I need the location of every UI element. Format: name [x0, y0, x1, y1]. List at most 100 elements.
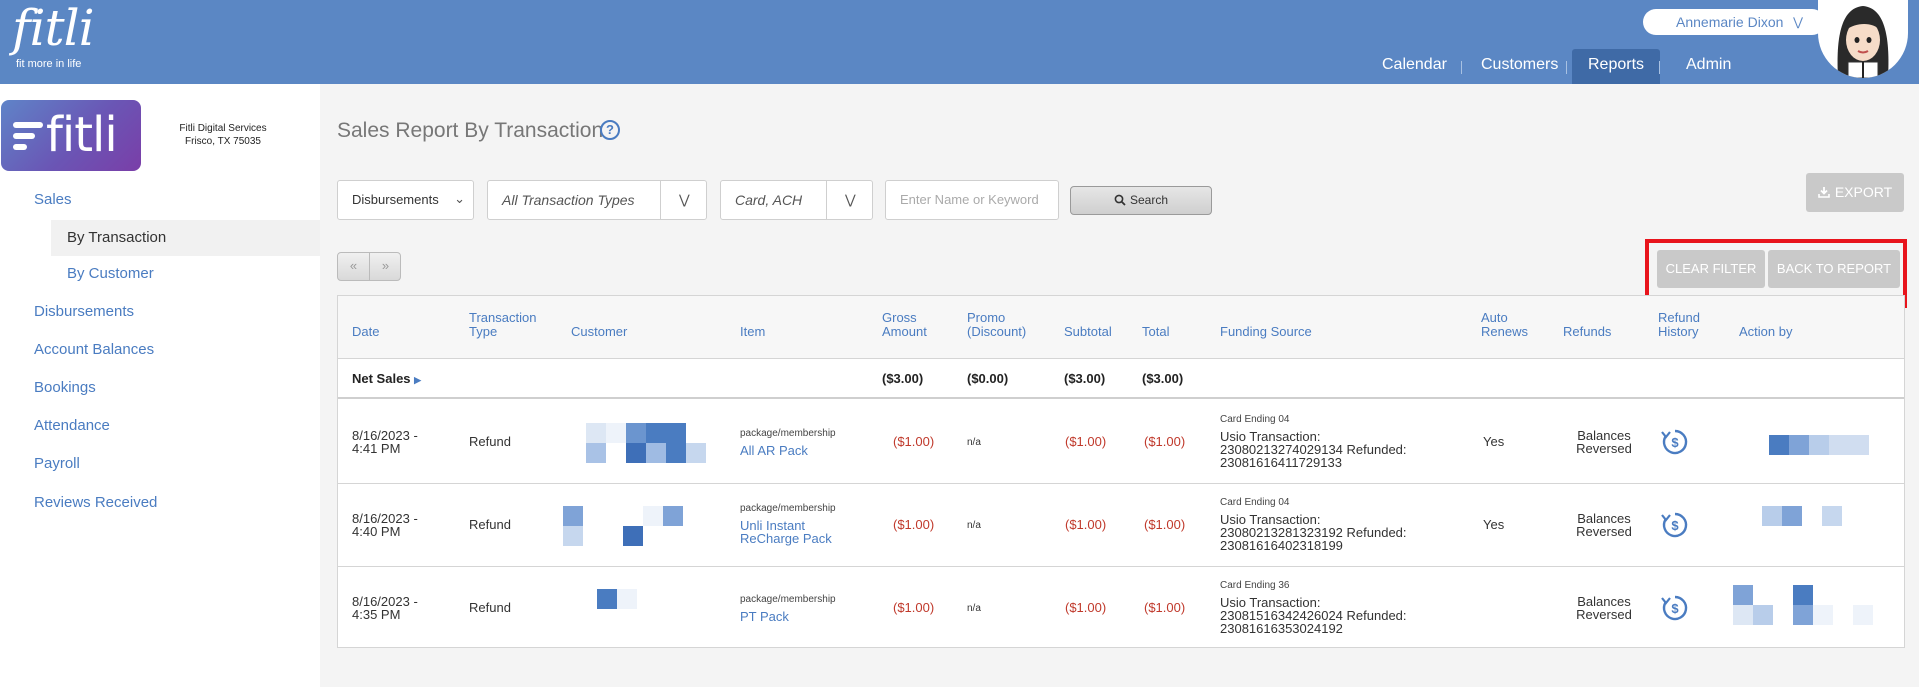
- caret-right-icon: ▶: [414, 375, 422, 385]
- report-select[interactable]: Disbursements ⌄: [337, 180, 474, 220]
- table-row: 8/16/2023 -4:40 PM Refund package/member…: [338, 484, 1904, 567]
- nav-divider: [1461, 61, 1462, 74]
- back-to-report-button[interactable]: BACK TO REPORT: [1768, 250, 1900, 288]
- net-sales-label: Net Sales: [352, 371, 411, 386]
- row-promo: n/a: [967, 603, 981, 614]
- sidebar-item-disbursements[interactable]: Disbursements: [34, 303, 134, 320]
- payment-method-value: Card, ACH: [735, 192, 803, 208]
- row-item: package/membership PT Pack: [740, 593, 836, 623]
- search-input[interactable]: Enter Name or Keyword: [885, 180, 1059, 220]
- column-header-subtotal[interactable]: Subtotal: [1064, 325, 1112, 339]
- column-header-promo[interactable]: Promo (Discount): [967, 311, 1026, 339]
- sidebar-item-account-balances[interactable]: Account Balances: [34, 341, 154, 358]
- net-subtotal: ($3.00): [1064, 371, 1106, 386]
- card-ending: Card Ending 36: [1220, 580, 1290, 591]
- item-category: package/membership: [740, 594, 836, 605]
- download-icon: [1818, 187, 1830, 198]
- row-promo: n/a: [967, 520, 981, 531]
- row-total: ($1.00): [1144, 517, 1186, 532]
- sidebar-item-label: By Transaction: [67, 229, 167, 246]
- pager: « »: [337, 252, 401, 281]
- company-location: Frisco, TX 75035: [185, 136, 261, 147]
- main-content: Sales Report By Transaction ? Disburseme…: [320, 84, 1919, 687]
- row-type: Refund: [469, 600, 511, 615]
- item-category: package/membership: [740, 428, 836, 439]
- item-link[interactable]: All AR Pack: [740, 444, 836, 457]
- next-page-button[interactable]: »: [370, 258, 401, 273]
- column-header-gross[interactable]: Gross Amount: [882, 311, 927, 339]
- item-link[interactable]: Unli Instant ReCharge Pack: [740, 519, 836, 545]
- double-chevron-down-icon: ⋁: [845, 192, 856, 207]
- nav-admin[interactable]: Admin: [1686, 49, 1731, 84]
- sidebar-item-sales[interactable]: Sales: [34, 191, 72, 208]
- report-select-value: Disbursements: [352, 192, 439, 207]
- nav-divider: [1659, 61, 1660, 74]
- row-type: Refund: [469, 434, 511, 449]
- header-logo[interactable]: fitli fit more in life: [12, 2, 95, 70]
- company-name: Fitli Digital Services: [179, 123, 267, 134]
- column-header-action-by[interactable]: Action by: [1739, 325, 1792, 339]
- search-button[interactable]: Search: [1070, 186, 1212, 215]
- row-refunds: Balances Reversed: [1576, 428, 1632, 456]
- nav-calendar[interactable]: Calendar: [1382, 49, 1447, 84]
- search-icon: [1114, 194, 1126, 206]
- sidebar-item-bookings[interactable]: Bookings: [34, 379, 96, 396]
- sidebar-item-payroll[interactable]: Payroll: [34, 455, 80, 472]
- column-header-refund-history[interactable]: Refund History: [1658, 311, 1700, 339]
- table-row: 8/16/2023 -4:41 PM Refund package/member…: [338, 401, 1904, 484]
- export-button[interactable]: EXPORT: [1806, 173, 1904, 212]
- item-link[interactable]: PT Pack: [740, 610, 836, 623]
- column-header-funding[interactable]: Funding Source: [1220, 325, 1312, 339]
- sidebar-item-by-customer[interactable]: By Customer: [67, 265, 154, 282]
- nav-reports[interactable]: Reports: [1572, 49, 1661, 84]
- row-total: ($1.00): [1144, 600, 1186, 615]
- sidebar-item-reviews-received[interactable]: Reviews Received: [34, 494, 157, 511]
- transactions-table: Date Transaction Type Customer Item Gross…: [337, 295, 1905, 648]
- column-header-type[interactable]: Transaction Type: [469, 311, 536, 339]
- transaction-type-value: All Transaction Types: [502, 192, 635, 208]
- company-info: Fitli Digital Services Frisco, TX 75035: [150, 122, 296, 148]
- row-gross: ($1.00): [893, 434, 935, 449]
- column-header-item[interactable]: Item: [740, 325, 765, 339]
- payment-method-filter[interactable]: Card, ACH ⋁: [720, 180, 873, 220]
- row-funding: Card Ending 36 Usio Transaction: 2308151…: [1220, 580, 1407, 636]
- sidebar-item-by-transaction[interactable]: By Transaction: [51, 220, 320, 256]
- row-item: package/membership All AR Pack: [740, 427, 836, 457]
- chevron-down-icon: ⌄: [454, 191, 465, 206]
- refund-history-icon[interactable]: $: [1660, 427, 1690, 457]
- row-funding: Card Ending 04 Usio Transaction: 2308021…: [1220, 497, 1407, 553]
- net-sales-toggle[interactable]: Net Sales ▶: [352, 371, 421, 386]
- net-sales-row: Net Sales ▶ ($3.00) ($0.00) ($3.00) ($3.…: [338, 359, 1904, 399]
- user-menu[interactable]: Annemarie Dixon ⋁: [1643, 9, 1825, 35]
- nav-customers[interactable]: Customers: [1481, 49, 1558, 84]
- row-date: 8/16/2023 -4:41 PM: [352, 428, 418, 456]
- sidebar: fitli Fitli Digital Services Frisco, TX …: [0, 84, 320, 687]
- search-button-label: Search: [1129, 193, 1169, 207]
- help-icon[interactable]: ?: [600, 120, 620, 140]
- nav-divider: [1566, 61, 1567, 74]
- column-header-date[interactable]: Date: [352, 325, 379, 339]
- column-header-total[interactable]: Total: [1142, 325, 1169, 339]
- refund-history-icon[interactable]: $: [1660, 510, 1690, 540]
- top-bar: fitli fit more in life Annemarie Dixon ⋁…: [0, 0, 1919, 84]
- row-date: 8/16/2023 -4:35 PM: [352, 594, 418, 622]
- column-header-refunds[interactable]: Refunds: [1563, 325, 1611, 339]
- main-nav: Calendar Customers Reports Admin: [0, 49, 1919, 84]
- transaction-type-filter[interactable]: All Transaction Types ⋁: [487, 180, 707, 220]
- export-button-label: EXPORT: [1834, 184, 1893, 200]
- svg-text:$: $: [1671, 601, 1679, 616]
- row-auto-renews: Yes: [1483, 517, 1505, 532]
- row-subtotal: ($1.00): [1065, 600, 1107, 615]
- double-chevron-down-icon: ⋁: [679, 192, 690, 207]
- column-header-customer[interactable]: Customer: [571, 325, 627, 339]
- prev-page-button[interactable]: «: [338, 258, 369, 273]
- column-header-auto-renews[interactable]: Auto Renews: [1481, 311, 1528, 339]
- clear-filter-button[interactable]: CLEAR FILTER: [1657, 250, 1765, 288]
- refund-history-icon[interactable]: $: [1660, 593, 1690, 623]
- brand-word: fitli: [46, 107, 118, 163]
- row-type: Refund: [469, 517, 511, 532]
- row-item: package/membership Unli Instant ReCharge …: [740, 502, 836, 545]
- table-header: Date Transaction Type Customer Item Gross…: [338, 296, 1904, 359]
- sidebar-item-attendance[interactable]: Attendance: [34, 417, 110, 434]
- item-category: package/membership: [740, 503, 836, 514]
